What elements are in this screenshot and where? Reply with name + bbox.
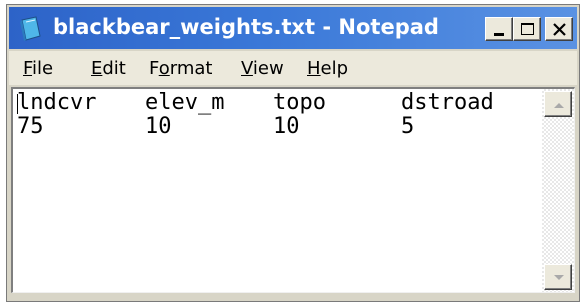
menu-format[interactable]: Format: [149, 58, 212, 79]
menu-view[interactable]: View: [241, 58, 284, 79]
notepad-window: blackbear_weights.txt - Notepad File Edi…: [6, 4, 580, 302]
maximize-button[interactable]: [513, 17, 541, 41]
value-dstroad: 5: [401, 114, 415, 139]
value-elev-m: 10: [145, 114, 172, 139]
minimize-icon: [494, 33, 504, 36]
text-content[interactable]: lndcvr elev_m topo dstroad 75 10 10 5: [17, 91, 540, 292]
maximize-icon: [521, 23, 534, 35]
scroll-down-button[interactable]: [544, 264, 572, 290]
menu-help[interactable]: Help: [307, 58, 348, 79]
value-topo: 10: [273, 114, 300, 139]
arrow-down-icon: [554, 275, 564, 280]
menu-file[interactable]: File: [23, 58, 53, 79]
window-title: blackbear_weights.txt - Notepad: [53, 15, 439, 39]
close-icon: [553, 23, 566, 36]
values-row: 75 10 10 5: [17, 115, 540, 139]
arrow-up-icon: [554, 103, 564, 108]
title-bar[interactable]: blackbear_weights.txt - Notepad: [9, 7, 577, 49]
header-lndcvr: lndcvr: [17, 90, 97, 115]
header-dstroad: dstroad: [401, 90, 494, 115]
vertical-scrollbar[interactable]: [542, 89, 574, 292]
value-lndcvr: 75: [17, 114, 44, 139]
menu-bar: File Edit Format View Help: [9, 51, 577, 85]
menu-edit[interactable]: Edit: [91, 58, 126, 79]
close-button[interactable]: [545, 17, 573, 41]
notepad-icon: [20, 16, 41, 41]
scroll-up-button[interactable]: [544, 91, 572, 117]
header-elev-m: elev_m: [145, 90, 225, 115]
header-row: lndcvr elev_m topo dstroad: [17, 91, 540, 115]
header-topo: topo: [273, 90, 326, 115]
minimize-button[interactable]: [485, 17, 513, 41]
text-editor[interactable]: lndcvr elev_m topo dstroad 75 10 10 5: [11, 87, 575, 293]
